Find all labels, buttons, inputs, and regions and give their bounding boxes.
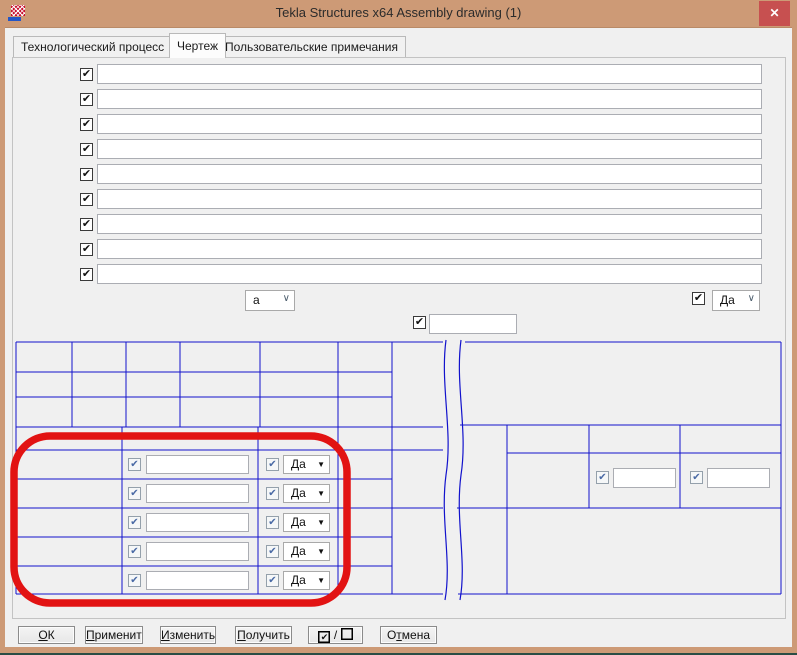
proveril-checkbox[interactable] xyxy=(128,487,141,500)
note-checkbox-1[interactable] xyxy=(80,68,93,81)
tekla-dialog-window: Tekla Structures x64 Assembly drawing (1… xyxy=(0,0,797,655)
tolerance-dropdown[interactable]: Да xyxy=(712,290,760,311)
window-title: Tekla Structures x64 Assembly drawing (1… xyxy=(0,5,797,20)
toggle-all-checkboxes-button[interactable]: / xyxy=(308,626,363,644)
window-frame-left xyxy=(0,27,5,648)
nkontrol-input[interactable] xyxy=(146,571,249,590)
sheet-checkbox[interactable] xyxy=(596,471,609,484)
note-input-3[interactable] xyxy=(97,114,762,134)
nkontrol-checkbox[interactable] xyxy=(128,574,141,587)
utverdil-approve-checkbox[interactable] xyxy=(266,545,279,558)
modify-button[interactable]: Изменить xyxy=(160,626,216,644)
note-input-7[interactable] xyxy=(97,214,762,234)
apply-button[interactable]: Применить xyxy=(85,626,143,644)
razrabotal-approve-checkbox[interactable] xyxy=(266,516,279,529)
note-checkbox-5[interactable] xyxy=(80,168,93,181)
note-checkbox-6[interactable] xyxy=(80,193,93,206)
triangle-down-icon xyxy=(317,489,325,498)
unchecked-box-icon xyxy=(341,628,353,640)
note-checkbox-9[interactable] xyxy=(80,268,93,281)
tolerance-checkbox[interactable] xyxy=(692,292,705,305)
triangle-down-icon xyxy=(317,518,325,527)
proveril-input[interactable] xyxy=(146,484,249,503)
utverdil-approve-dropdown[interactable]: Да xyxy=(283,542,330,561)
triangle-down-icon xyxy=(317,460,325,469)
note-input-4[interactable] xyxy=(97,139,762,159)
note-input-2[interactable] xyxy=(97,89,762,109)
utverdil-input[interactable] xyxy=(146,542,249,561)
chevron-down-icon xyxy=(283,293,290,304)
note-input-1[interactable] xyxy=(97,64,762,84)
tab-tech-process[interactable]: Технологический процесс xyxy=(13,36,172,57)
proveril-approve-checkbox[interactable] xyxy=(266,487,279,500)
ok-button[interactable]: ОК xyxy=(18,626,75,644)
utverdil-checkbox[interactable] xyxy=(128,545,141,558)
razrabotal-input[interactable] xyxy=(146,513,249,532)
note-checkbox-8[interactable] xyxy=(80,243,93,256)
glkonstr-approve-checkbox[interactable] xyxy=(266,458,279,471)
note-checkbox-7[interactable] xyxy=(80,218,93,231)
note-input-5[interactable] xyxy=(97,164,762,184)
glkonstr-input[interactable] xyxy=(146,455,249,474)
triangle-down-icon xyxy=(317,547,325,556)
razrabotal-approve-dropdown[interactable]: Да xyxy=(283,513,330,532)
note-checkbox-3[interactable] xyxy=(80,118,93,131)
note-checkbox-4[interactable] xyxy=(80,143,93,156)
checked-box-icon xyxy=(318,631,330,643)
chevron-down-icon xyxy=(748,293,755,304)
nkontrol-approve-dropdown[interactable]: Да xyxy=(283,571,330,590)
send-date-checkbox[interactable] xyxy=(413,316,426,329)
approve-value: Да xyxy=(291,573,306,587)
tab-drawing[interactable]: Чертеж xyxy=(169,33,226,58)
note-input-8[interactable] xyxy=(97,239,762,259)
tab-user-notes[interactable]: Пользовательские примечания xyxy=(217,36,406,57)
approve-value: Да xyxy=(291,515,306,529)
note-input-6[interactable] xyxy=(97,189,762,209)
defaults-dropdown[interactable]: a xyxy=(245,290,295,311)
send-date-input[interactable] xyxy=(429,314,517,334)
sheet-input[interactable] xyxy=(613,468,676,488)
window-frame-right xyxy=(792,27,797,648)
defaults-value: a xyxy=(253,293,260,307)
sheets-input[interactable] xyxy=(707,468,770,488)
cancel-button[interactable]: Отмена xyxy=(380,626,437,644)
approve-value: Да xyxy=(291,486,306,500)
approve-value: Да xyxy=(291,457,306,471)
tolerance-value: Да xyxy=(720,293,735,307)
nkontrol-approve-checkbox[interactable] xyxy=(266,574,279,587)
sheets-checkbox[interactable] xyxy=(690,471,703,484)
triangle-down-icon xyxy=(317,576,325,585)
razrabotal-checkbox[interactable] xyxy=(128,516,141,529)
glkonstr-checkbox[interactable] xyxy=(128,458,141,471)
proveril-approve-dropdown[interactable]: Да xyxy=(283,484,330,503)
note-input-9[interactable] xyxy=(97,264,762,284)
close-icon[interactable]: ✕ xyxy=(759,1,790,26)
note-checkbox-2[interactable] xyxy=(80,93,93,106)
approve-value: Да xyxy=(291,544,306,558)
glkonstr-approve-dropdown[interactable]: Да xyxy=(283,455,330,474)
get-button[interactable]: Получить xyxy=(235,626,292,644)
